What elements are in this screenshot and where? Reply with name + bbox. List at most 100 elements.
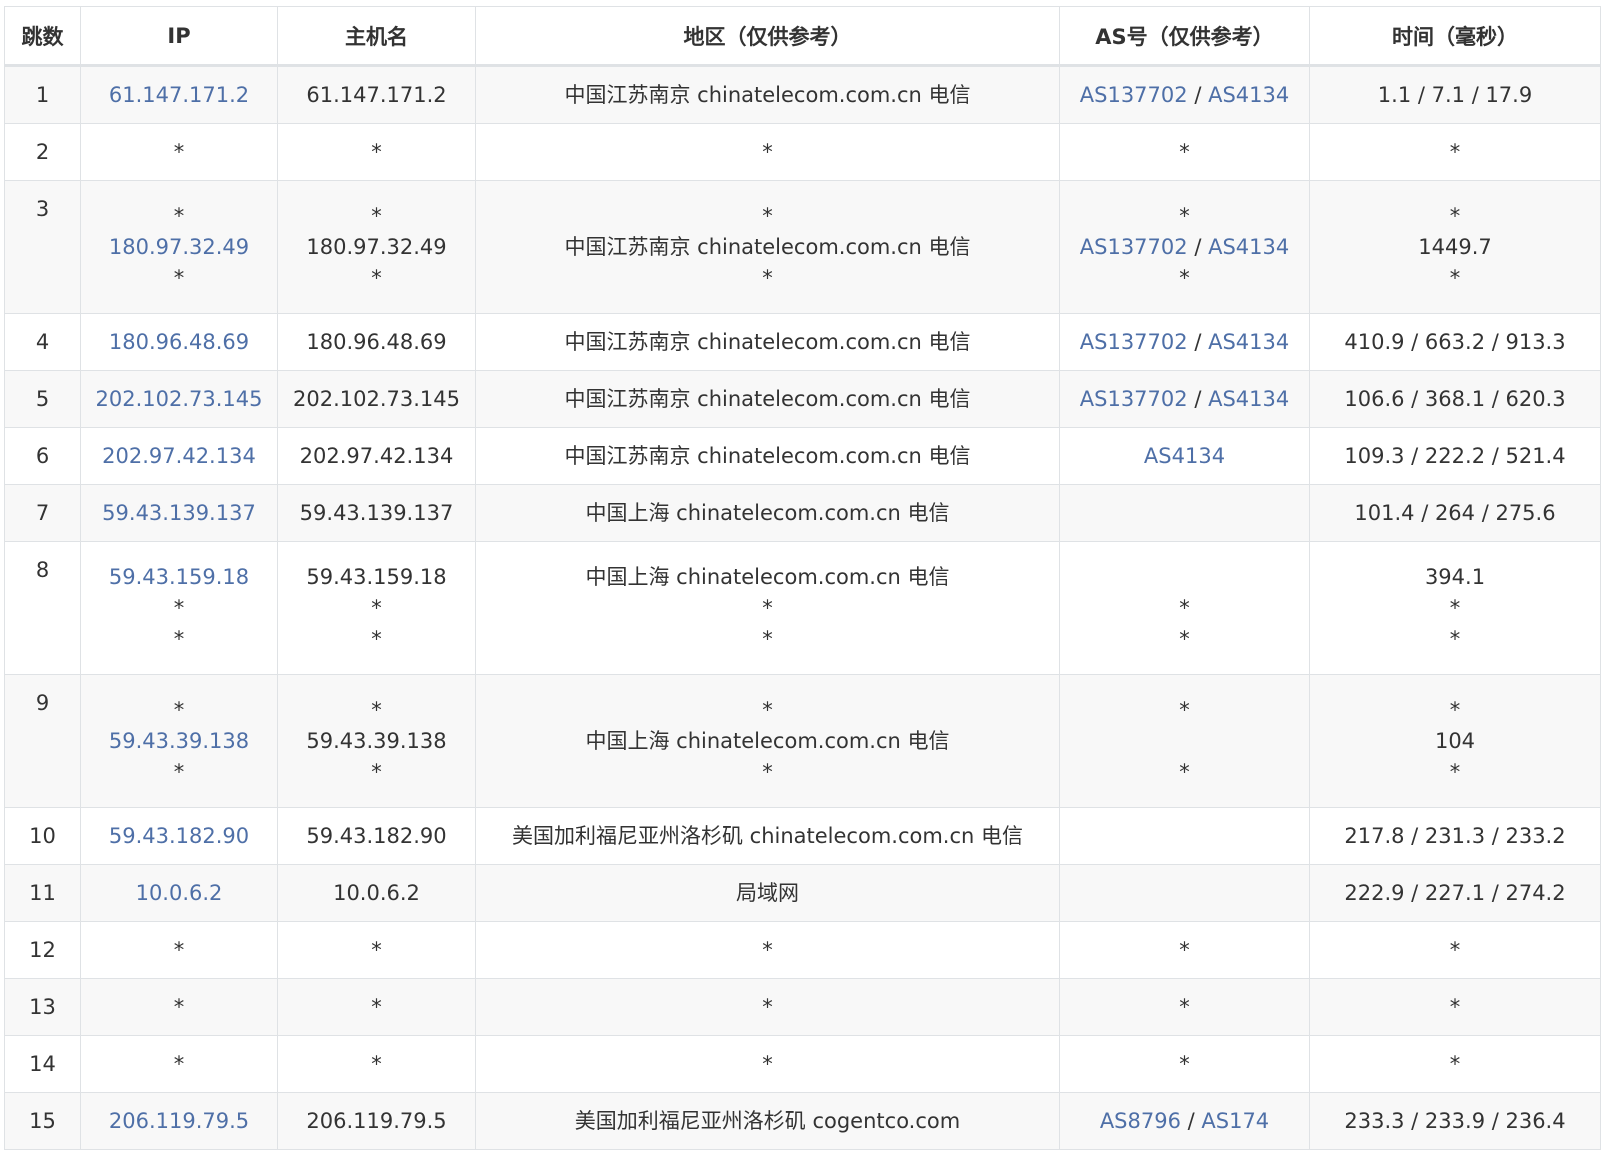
table-body: 1 61.147.171.2 61.147.171.2 中国江苏南京 chinatel… — [4, 65, 1601, 1150]
time-cell: 101.4 / 264 / 275.6 — [1309, 484, 1601, 542]
as-link[interactable]: AS4134 — [1208, 235, 1289, 259]
as-link[interactable]: AS4134 — [1208, 83, 1289, 107]
time-cell: * 1449.7 * — [1309, 180, 1601, 314]
as-link[interactable]: AS137702 — [1080, 387, 1188, 411]
hostname-line: 202.97.42.134 — [278, 441, 475, 472]
time-line: 106.6 / 368.1 / 620.3 — [1310, 384, 1600, 415]
ip-cell: * 180.97.32.49 * — [80, 180, 278, 314]
time-text: * — [1449, 203, 1461, 228]
hostname-text: * — [371, 139, 382, 164]
ip-link[interactable]: 180.97.32.49 — [109, 235, 249, 259]
hop-cell: 9 — [4, 674, 81, 808]
ip-text: * — [173, 595, 185, 620]
region-line: 美国加利福尼亚州洛杉矶 chinatelecom.com.cn 电信 — [476, 821, 1059, 852]
as-line: * — [1060, 137, 1309, 168]
as-link[interactable]: AS174 — [1201, 1109, 1269, 1133]
hostname-text: * — [371, 626, 382, 651]
hostname-cell: 59.43.159.18 * * — [277, 541, 476, 675]
as-cell: * — [1059, 1035, 1310, 1093]
region-line: 中国上海 chinatelecom.com.cn 电信 — [476, 498, 1059, 529]
region-cell: 中国上海 chinatelecom.com.cn 电信 * * — [475, 541, 1060, 675]
time-text: * — [1449, 1051, 1461, 1076]
hostname-line: 61.147.171.2 — [278, 80, 475, 111]
ip-line: 59.43.39.138 — [81, 726, 277, 757]
time-text: * — [1449, 697, 1461, 722]
ip-link[interactable]: 180.96.48.69 — [109, 330, 249, 354]
hostname-text: * — [371, 937, 382, 962]
hostname-line: * — [278, 1049, 475, 1080]
region-text: 美国加利福尼亚州洛杉矶 chinatelecom.com.cn 电信 — [511, 823, 1024, 848]
as-line: AS137702 / AS4134 — [1060, 384, 1309, 415]
table-header-row: 跳数 IP 主机名 地区（仅供参考） AS号（仅供参考） 时间（毫秒） — [4, 6, 1601, 67]
hostname-cell: * — [277, 921, 476, 979]
time-line: 394.1 — [1310, 562, 1600, 593]
region-line: 中国江苏南京 chinatelecom.com.cn 电信 — [476, 441, 1059, 472]
time-cell: 394.1 * * — [1309, 541, 1601, 675]
ip-line: * — [81, 624, 277, 655]
as-line — [1060, 562, 1309, 593]
time-text: * — [1449, 994, 1461, 1019]
region-cell: 中国上海 chinatelecom.com.cn 电信 — [475, 484, 1060, 542]
hostname-line: * — [278, 593, 475, 624]
ip-link[interactable]: 59.43.39.138 — [109, 729, 249, 753]
as-link[interactable]: AS137702 — [1080, 83, 1188, 107]
ip-link[interactable]: 59.43.139.137 — [102, 501, 256, 525]
as-cell: AS137702 / AS4134 — [1059, 65, 1310, 124]
as-link[interactable]: AS137702 — [1080, 330, 1188, 354]
region-line: * — [476, 757, 1059, 788]
ip-text: * — [173, 265, 185, 290]
hostname-line: 59.43.39.138 — [278, 726, 475, 757]
time-line: * — [1310, 593, 1600, 624]
time-line: * — [1310, 137, 1600, 168]
ip-cell: * 59.43.39.138 * — [80, 674, 278, 808]
as-link[interactable]: AS8796 — [1100, 1109, 1181, 1133]
ip-cell: * — [80, 123, 278, 181]
time-text: 1.1 / 7.1 / 17.9 — [1377, 82, 1533, 107]
ip-cell: * — [80, 921, 278, 979]
as-line: AS4134 — [1060, 441, 1309, 472]
region-line: * — [476, 1049, 1059, 1080]
as-cell: AS137702 / AS4134 — [1059, 313, 1310, 371]
hostname-text: 61.147.171.2 — [306, 82, 447, 107]
ip-line: 59.43.159.18 — [81, 562, 277, 593]
region-text: 中国江苏南京 chinatelecom.com.cn 电信 — [564, 234, 971, 259]
region-text: 中国江苏南京 chinatelecom.com.cn 电信 — [564, 443, 971, 468]
ip-link[interactable]: 59.43.159.18 — [109, 565, 249, 589]
hostname-cell: 59.43.139.137 — [277, 484, 476, 542]
hostname-text: 59.43.182.90 — [306, 823, 447, 848]
as-text: * — [1179, 697, 1190, 722]
as-link[interactable]: AS4134 — [1208, 387, 1289, 411]
region-cell: * — [475, 123, 1060, 181]
ip-link[interactable]: 202.102.73.145 — [96, 387, 263, 411]
hop-cell: 15 — [4, 1092, 81, 1150]
time-text: * — [1449, 265, 1461, 290]
time-line: 109.3 / 222.2 / 521.4 — [1310, 441, 1600, 472]
ip-line: * — [81, 263, 277, 294]
as-cell: AS4134 — [1059, 427, 1310, 485]
as-text: * — [1179, 203, 1190, 228]
hostname-cell: 61.147.171.2 — [277, 65, 476, 124]
as-line: AS137702 / AS4134 — [1060, 327, 1309, 358]
time-line: * — [1310, 757, 1600, 788]
as-cell: * — [1059, 123, 1310, 181]
as-line — [1060, 726, 1309, 757]
as-cell: * AS137702 / AS4134 * — [1059, 180, 1310, 314]
header-region: 地区（仅供参考） — [475, 6, 1060, 67]
ip-link[interactable]: 10.0.6.2 — [136, 881, 223, 905]
ip-cell: 59.43.182.90 — [80, 807, 278, 865]
ip-link[interactable]: 61.147.171.2 — [109, 83, 249, 107]
hostname-cell: 202.97.42.134 — [277, 427, 476, 485]
as-link[interactable]: AS137702 — [1080, 235, 1188, 259]
time-cell: 233.3 / 233.9 / 236.4 — [1309, 1092, 1601, 1150]
as-line: * — [1060, 992, 1309, 1023]
region-cell: * 中国江苏南京 chinatelecom.com.cn 电信 * — [475, 180, 1060, 314]
ip-link[interactable]: 59.43.182.90 — [109, 824, 249, 848]
hostname-text: * — [371, 595, 382, 620]
as-link[interactable]: AS4134 — [1208, 330, 1289, 354]
as-link[interactable]: AS4134 — [1144, 444, 1225, 468]
ip-link[interactable]: 206.119.79.5 — [109, 1109, 249, 1133]
as-separator: / — [1187, 234, 1209, 259]
ip-link[interactable]: 202.97.42.134 — [102, 444, 256, 468]
hostname-cell: 59.43.182.90 — [277, 807, 476, 865]
as-cell — [1059, 484, 1310, 542]
